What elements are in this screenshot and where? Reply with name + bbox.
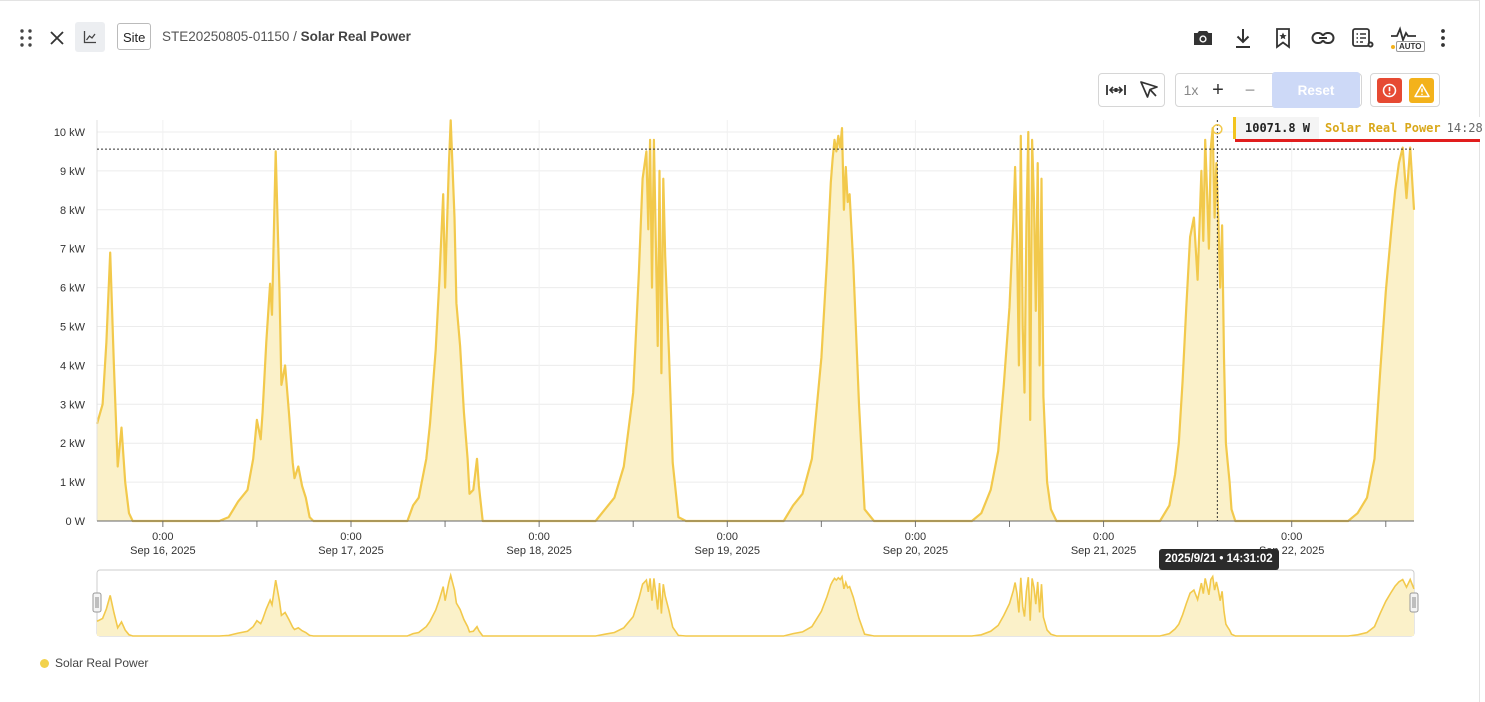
y-tick-label: 2 kW [60, 438, 86, 450]
close-icon[interactable] [46, 26, 68, 50]
x-tick-date: Sep 16, 2025 [130, 545, 195, 557]
tooltip-underline [1235, 139, 1480, 142]
zoom-level: 1x [1183, 82, 1199, 98]
pointer-select-icon[interactable] [1133, 74, 1165, 106]
y-tick-label: 8 kW [60, 205, 86, 217]
error-alert-icon[interactable] [1377, 78, 1402, 103]
y-tick-label: 7 kW [60, 244, 86, 256]
breadcrumb-title: Solar Real Power [300, 29, 411, 44]
site-button[interactable]: Site [117, 23, 152, 50]
x-tick-time: 0:00 [528, 531, 549, 543]
x-tick-time: 0:00 [1281, 531, 1302, 543]
x-tick-time: 0:00 [152, 531, 173, 543]
y-tick-label: 1 kW [60, 477, 86, 489]
breadcrumb-id: STE20250805-01150 [162, 29, 290, 44]
x-tick-time: 0:00 [340, 531, 361, 543]
x-tick-time: 0:00 [717, 531, 738, 543]
camera-icon[interactable] [1189, 24, 1217, 52]
auto-badge: AUTO [1396, 41, 1425, 52]
legend-label: Solar Real Power [55, 656, 149, 670]
bookmark-star-icon[interactable] [1269, 24, 1297, 52]
x-tick-time: 0:00 [1093, 531, 1114, 543]
warning-alert-icon[interactable] [1409, 78, 1434, 103]
legend-swatch [40, 658, 49, 668]
line-chart-icon[interactable] [75, 22, 105, 52]
tooltip-series: Solar Real Power [1325, 121, 1441, 135]
right-range-handle[interactable] [1409, 592, 1419, 613]
x-axis-readout: 2025/9/21 • 14:31:02 [1159, 549, 1279, 570]
more-menu-icon[interactable] [1429, 24, 1457, 52]
x-tick-date: Sep 20, 2025 [883, 545, 948, 557]
y-tick-label: 4 kW [60, 360, 86, 372]
list-settings-icon[interactable] [1349, 24, 1377, 52]
tooltip-time: 14:28 [1446, 121, 1483, 135]
y-tick-label: 6 kW [60, 283, 86, 295]
x-tick-date: Sep 18, 2025 [506, 545, 571, 557]
panel-header: Site STE20250805-01150 / Solar Real Powe… [0, 18, 1479, 58]
link-icon[interactable] [1309, 24, 1337, 52]
tooltip-value: 10071.8 W [1236, 117, 1320, 139]
x-tick-time: 0:00 [905, 531, 926, 543]
y-tick-label: 0 W [65, 516, 85, 528]
x-tick-date: Sep 21, 2025 [1071, 545, 1136, 557]
download-icon[interactable] [1229, 24, 1257, 52]
y-tick-label: 9 kW [60, 166, 86, 178]
zoom-out-button[interactable]: − [1238, 74, 1262, 106]
drag-handle-icon[interactable] [16, 26, 36, 50]
y-tick-label: 5 kW [60, 322, 86, 334]
zoom-in-button[interactable]: + [1206, 74, 1230, 106]
y-axis: 0 W 1 kW 2 kW 3 kW 4 kW 5 kW 6 kW 7 kW 8 kW 9 kW 1… [54, 120, 98, 528]
y-tick-label: 10 kW [54, 127, 86, 139]
left-range-handle[interactable] [92, 592, 102, 613]
window-top-border [0, 0, 1480, 1]
value-tooltip: 10071.8 W Solar Real Power 14:28 [1233, 117, 1483, 139]
overview-navigator [92, 569, 1419, 637]
reset-button[interactable]: Reset [1272, 72, 1360, 108]
x-tick-date: Sep 19, 2025 [695, 545, 760, 557]
alerts-group [1370, 73, 1440, 107]
auto-refresh-icon[interactable]: AUTO [1388, 24, 1425, 52]
window-right-border [1479, 0, 1480, 702]
main-plot [95, 119, 1416, 523]
interaction-mode-group [1098, 73, 1165, 107]
breadcrumb-separator: / [289, 29, 301, 44]
fit-width-icon[interactable] [1100, 74, 1132, 106]
y-tick-label: 3 kW [60, 399, 86, 411]
chart-legend[interactable]: Solar Real Power [40, 656, 148, 670]
breadcrumb: STE20250805-01150 / Solar Real Power [162, 29, 411, 44]
x-tick-date: Sep 17, 2025 [318, 545, 383, 557]
